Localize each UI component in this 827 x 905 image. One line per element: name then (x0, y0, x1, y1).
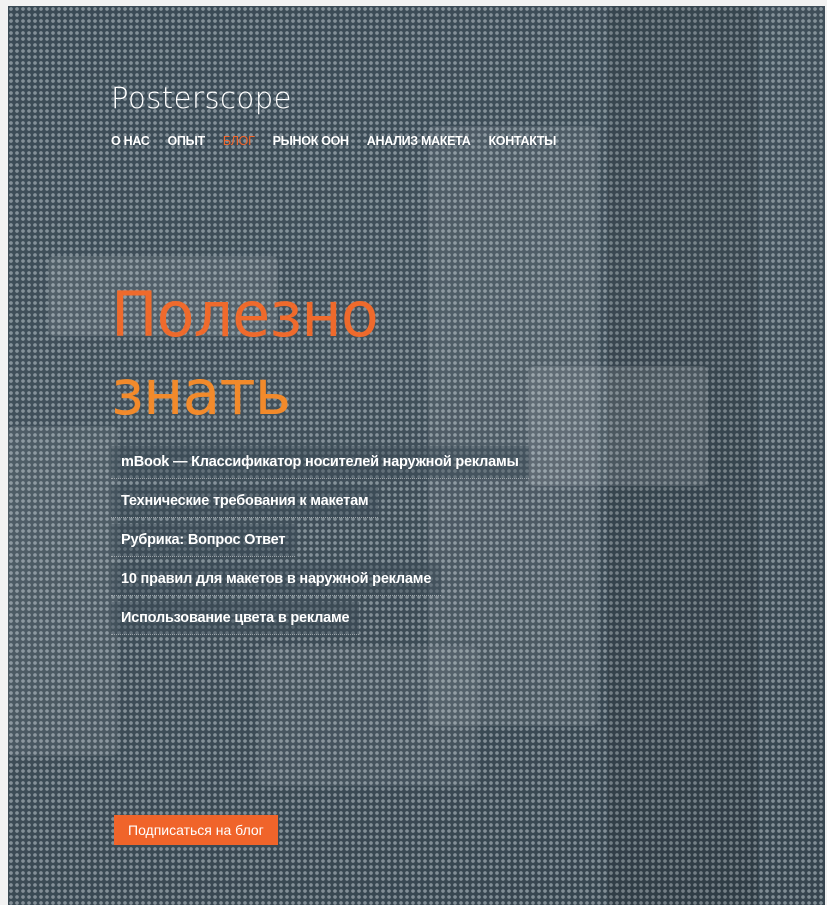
list-item: mBook — Классификатор носителей наружной… (111, 446, 631, 485)
main-nav: О НАС ОПЫТ БЛОГ РЫНОК ООН АНАЛИЗ МАКЕТА … (111, 134, 574, 148)
subscribe-button[interactable]: Подписаться на блог (114, 815, 278, 845)
list-item: 10 правил для макетов в наружной рекламе (111, 563, 631, 602)
nav-item-about[interactable]: О НАС (111, 134, 150, 148)
page-title-line-2: знать (111, 356, 291, 429)
nav-item-blog[interactable]: БЛОГ (223, 134, 255, 148)
nav-item-layout-analysis[interactable]: АНАЛИЗ МАКЕТА (367, 134, 471, 148)
page-title-line-1: Полезно (111, 278, 379, 351)
list-item: Рубрика: Вопрос Ответ (111, 524, 631, 563)
site-logo[interactable]: Posterscope (111, 81, 292, 115)
nav-item-contacts[interactable]: КОНТАКТЫ (488, 134, 556, 148)
background-photo-shape (8, 426, 118, 756)
post-link[interactable]: Рубрика: Вопрос Ответ (111, 524, 296, 557)
post-link[interactable]: 10 правил для макетов в наружной рекламе (111, 563, 442, 596)
post-link[interactable]: mBook — Классификатор носителей наружной… (111, 446, 529, 479)
blog-post-list: mBook — Классификатор носителей наружной… (111, 446, 631, 641)
nav-item-market[interactable]: РЫНОК ООН (273, 134, 350, 148)
nav-item-experience[interactable]: ОПЫТ (167, 134, 205, 148)
post-link[interactable]: Технические требования к макетам (111, 485, 379, 518)
hero-section: Posterscope О НАС ОПЫТ БЛОГ РЫНОК ООН АН… (8, 6, 825, 905)
list-item: Использование цвета в рекламе (111, 602, 631, 641)
page-title: Полезно знать (111, 276, 379, 432)
background-photo-shape (258, 646, 478, 786)
post-link[interactable]: Использование цвета в рекламе (111, 602, 360, 635)
list-item: Технические требования к макетам (111, 485, 631, 524)
